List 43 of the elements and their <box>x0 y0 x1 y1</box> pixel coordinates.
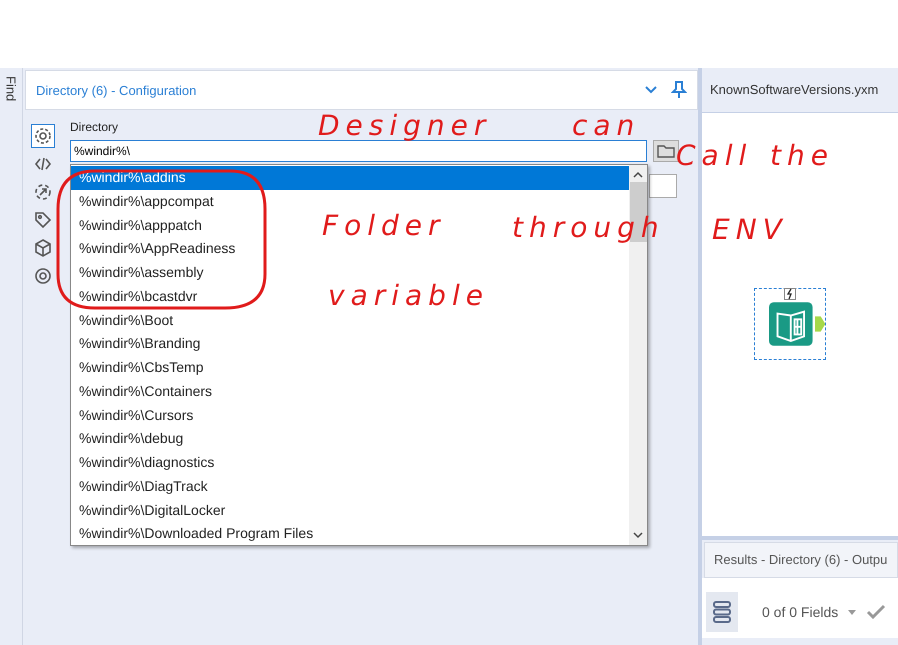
panel-title: Directory (6) - Configuration <box>36 82 198 98</box>
suggestion-item[interactable]: %windir%\AppReadiness <box>71 237 240 261</box>
handwritten-note: through <box>512 214 665 242</box>
suggestion-item[interactable]: %windir%\DiagTrack <box>71 474 212 498</box>
suggestion-item[interactable]: %windir%\addins <box>71 166 629 190</box>
handwritten-note: variable <box>328 282 489 310</box>
results-title: Results - Directory (6) - Outpu <box>714 552 888 567</box>
input-field[interactable] <box>649 174 677 198</box>
handwritten-note: can <box>572 112 640 140</box>
browse-folder-button[interactable] <box>653 140 679 162</box>
suggestion-item[interactable]: %windir%\assembly <box>71 261 208 285</box>
directory-field[interactable]: %windir%\ <box>70 140 647 162</box>
scroll-down-icon[interactable] <box>633 532 643 539</box>
directory-tool-node[interactable] <box>754 288 826 360</box>
scroll-up-icon[interactable] <box>633 171 643 178</box>
field-label: Directory <box>70 120 118 134</box>
suggestion-item[interactable]: %windir%\diagnostics <box>71 451 218 475</box>
handwritten-note: the <box>770 142 834 170</box>
suggestion-item[interactable]: %windir%\apppatch <box>71 214 206 238</box>
suggestion-item[interactable]: %windir%\debug <box>71 427 188 451</box>
check-icon[interactable] <box>866 604 886 620</box>
caret-icon[interactable] <box>848 610 856 614</box>
handwritten-note: Folder <box>322 212 446 240</box>
suggestion-item[interactable]: %windir%\appcompat <box>71 190 218 214</box>
suggestion-item[interactable]: %windir%\bcastdvr <box>71 284 202 308</box>
fields-count[interactable]: 0 of 0 Fields <box>762 604 838 620</box>
suggestion-item[interactable]: %windir%\DigitalLocker <box>71 498 230 522</box>
suggestion-item[interactable]: %windir%\Branding <box>71 332 204 356</box>
book-tool-icon[interactable] <box>769 301 813 347</box>
handwritten-note: ENV <box>712 216 788 244</box>
lightning-icon <box>784 288 796 300</box>
side-tab[interactable]: Find <box>4 76 18 102</box>
handwritten-note: Call <box>676 142 752 170</box>
suggestion-item[interactable]: %windir%\Containers <box>71 380 216 404</box>
suggestion-item[interactable]: %windir%\CbsTemp <box>71 356 208 380</box>
pin-icon[interactable] <box>671 81 687 99</box>
handwritten-note: Designer <box>318 112 492 140</box>
suggestion-item[interactable]: %windir%\Downloaded Program Files <box>71 522 318 546</box>
rows-icon[interactable] <box>706 592 738 632</box>
suggestion-item[interactable]: %windir%\Boot <box>71 308 178 332</box>
suggestion-item[interactable]: %windir%\Cursors <box>71 404 198 428</box>
chevron-down-icon[interactable] <box>645 86 657 94</box>
settings-icon[interactable] <box>31 124 55 148</box>
